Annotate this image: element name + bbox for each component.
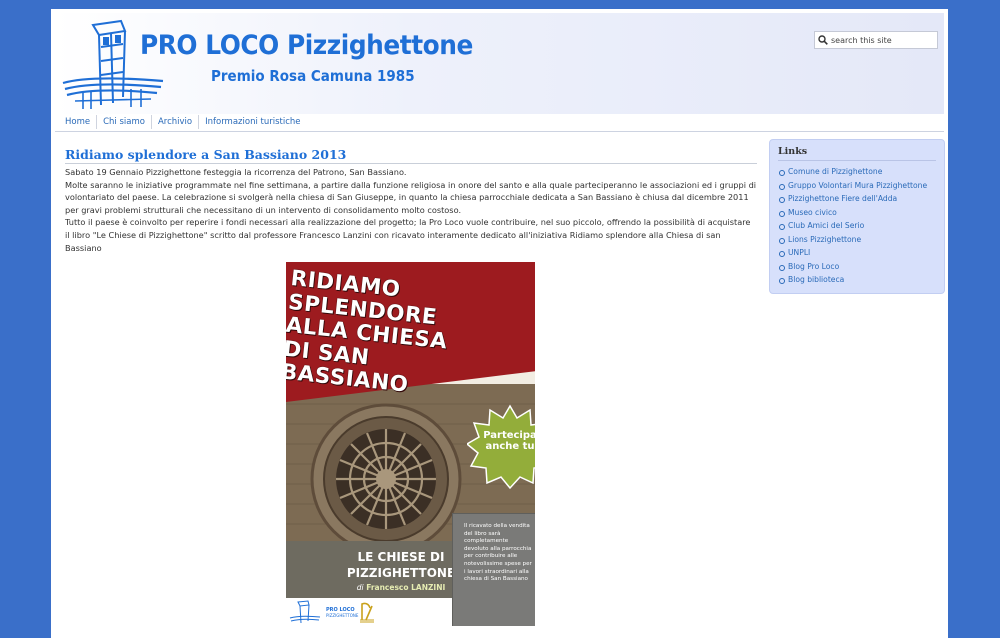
pro-loco-logo-icon: PRO LOCO PIZZIGHETTONE bbox=[289, 600, 374, 624]
sidebar-title: Links bbox=[778, 146, 936, 161]
search-icon[interactable] bbox=[818, 35, 828, 45]
donation-note: Il ricavato della vendita del libro sarà… bbox=[452, 513, 535, 626]
sidebar-link-unpli[interactable]: UNPLI bbox=[778, 246, 944, 260]
nav-item-chi-siamo[interactable]: Chi siamo bbox=[97, 115, 152, 129]
sidebar-link-blog-biblioteca[interactable]: Blog biblioteca bbox=[778, 273, 944, 287]
badge-line: Partecipa bbox=[483, 430, 535, 441]
nav-item-home[interactable]: Home bbox=[55, 115, 98, 129]
svg-text:PIZZIGHETTONE: PIZZIGHETTONE bbox=[326, 613, 359, 618]
partecipa-badge: Partecipa anche tu bbox=[465, 404, 535, 490]
sidebar-link-fiere-adda[interactable]: Pizzighettone Fiere dell'Adda bbox=[778, 192, 944, 206]
poster-logos: PRO LOCO PIZZIGHETTONE bbox=[286, 598, 456, 626]
donation-note-text: Il ricavato della vendita del libro sarà… bbox=[464, 523, 532, 583]
badge-text: Partecipa anche tu bbox=[467, 430, 535, 452]
nav-item-informazioni-turistiche[interactable]: Informazioni turistiche bbox=[199, 115, 306, 129]
site-title[interactable]: PRO LOCO Pizzighettone bbox=[140, 30, 473, 61]
sidebar-link-lions[interactable]: Lions Pizzighettone bbox=[778, 233, 944, 247]
search-input[interactable] bbox=[828, 35, 931, 45]
article: Ridiamo splendore a San Bassiano 2013 Sa… bbox=[65, 147, 757, 254]
nav-item-archivio[interactable]: Archivio bbox=[152, 115, 200, 129]
site-subtitle: Premio Rosa Camuna 1985 bbox=[211, 67, 415, 85]
sidebar-link-club-amici-serio[interactable]: Club Amici del Serio bbox=[778, 219, 944, 233]
badge-line: anche tu bbox=[485, 441, 535, 452]
links-sidebar: Links Comune di Pizzighettone Gruppo Vol… bbox=[769, 139, 945, 294]
sidebar-link-museo-civico[interactable]: Museo civico bbox=[778, 206, 944, 220]
site-header: PRO LOCO Pizzighettone Premio Rosa Camun… bbox=[55, 13, 944, 114]
article-title[interactable]: Ridiamo splendore a San Bassiano 2013 bbox=[65, 147, 757, 164]
article-body: Sabato 19 Gennaio Pizzighettone festeggi… bbox=[65, 166, 757, 254]
author-prefix: di bbox=[356, 583, 364, 592]
poster-heading: RIDIAMO SPLENDORE ALLA CHIESA DI SAN BAS… bbox=[286, 266, 531, 409]
sidebar-link-gruppo-volontari[interactable]: Gruppo Volontari Mura Pizzighettone bbox=[778, 179, 944, 193]
article-paragraph: Sabato 19 Gennaio Pizzighettone festeggi… bbox=[65, 167, 407, 177]
search-box[interactable] bbox=[814, 31, 938, 49]
main-nav: Home Chi siamo Archivio Informazioni tur… bbox=[55, 113, 944, 132]
links-list: Comune di Pizzighettone Gruppo Volontari… bbox=[770, 165, 944, 287]
poster-image: RIDIAMO SPLENDORE ALLA CHIESA DI SAN BAS… bbox=[286, 262, 535, 626]
author-name: Francesco LANZINI bbox=[366, 583, 446, 592]
page: PRO LOCO Pizzighettone Premio Rosa Camun… bbox=[51, 9, 948, 638]
sidebar-link-comune[interactable]: Comune di Pizzighettone bbox=[778, 165, 944, 179]
article-paragraph: Tutto il paese è coinvolto per reperire … bbox=[65, 217, 751, 253]
sidebar-link-blog-pro-loco[interactable]: Blog Pro Loco bbox=[778, 260, 944, 274]
article-paragraph: Molte saranno le iniziative programmate … bbox=[65, 179, 757, 215]
